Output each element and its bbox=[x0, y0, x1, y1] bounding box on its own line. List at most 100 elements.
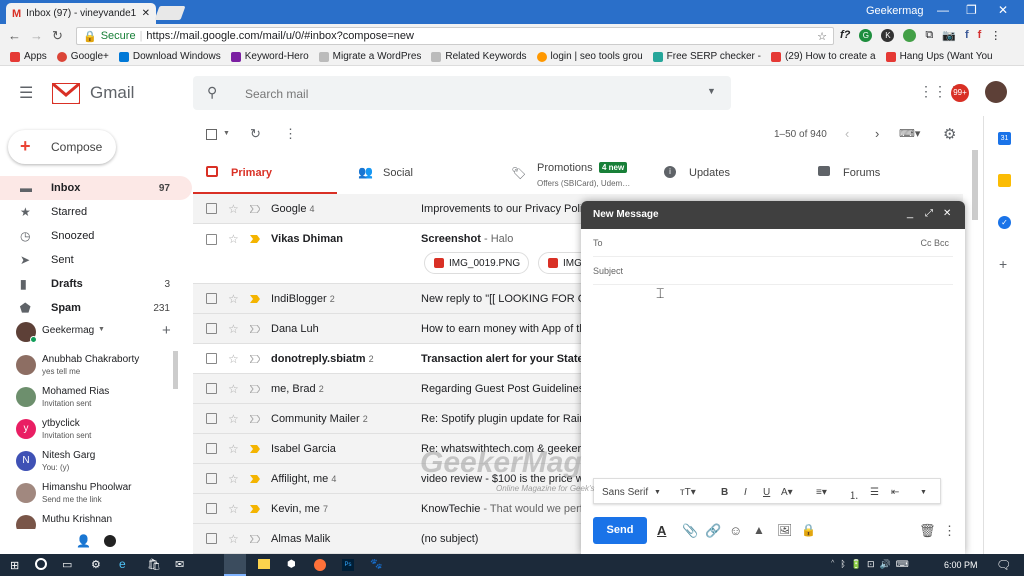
extension-f-icon[interactable]: f bbox=[978, 29, 982, 42]
settings-gear-icon[interactable]: ⚙ bbox=[943, 125, 956, 143]
contact-item[interactable]: y ytbyclick Invitation sent bbox=[16, 417, 186, 449]
cc-bcc-link[interactable]: Cc Bcc bbox=[920, 238, 949, 248]
row-checkbox[interactable] bbox=[206, 473, 217, 484]
row-checkbox[interactable] bbox=[206, 203, 217, 214]
windows-start-icon[interactable]: ⊞ bbox=[10, 559, 19, 572]
attach-file-icon[interactable]: 📎 bbox=[682, 523, 698, 539]
browser-tab[interactable]: M Inbox (97) - vineyvande1… ✕ bbox=[6, 3, 156, 24]
formatting-options-icon[interactable]: A bbox=[657, 523, 666, 538]
row-checkbox[interactable] bbox=[206, 413, 217, 424]
importance-marker-icon[interactable] bbox=[250, 235, 260, 243]
extension-box-icon[interactable] bbox=[903, 29, 917, 42]
more-actions-icon[interactable]: ⋮ bbox=[284, 126, 297, 142]
contact-item[interactable]: Anubhab Chakraborty yes tell me bbox=[16, 353, 186, 385]
message-body[interactable] bbox=[593, 285, 953, 471]
tab-forums[interactable]: Forums bbox=[805, 151, 955, 195]
font-size-icon[interactable]: тT▾ bbox=[680, 487, 696, 498]
attachment-chip[interactable]: IMG_0019.PNG bbox=[424, 252, 529, 274]
contact-item[interactable]: Muthu Krishnan bbox=[16, 513, 186, 529]
drive-icon[interactable]: ▲ bbox=[753, 523, 765, 537]
tab-promotions[interactable]: 🏷 Promotions 4 new Offers (SBICard), Ude… bbox=[498, 151, 648, 195]
search-input[interactable]: Search mail bbox=[245, 87, 308, 101]
bookmark-download-windows[interactable]: Download Windows bbox=[118, 51, 221, 62]
window-close-icon[interactable]: ✕ bbox=[998, 3, 1008, 17]
tab-social[interactable]: 👥 Social bbox=[345, 151, 495, 195]
row-checkbox[interactable] bbox=[206, 234, 217, 245]
bookmark-serp-checker[interactable]: Free SERP checker - bbox=[652, 51, 761, 62]
next-page-icon[interactable]: › bbox=[875, 126, 879, 141]
sidebar-item-spam[interactable]: ⬟ Spam 231 bbox=[0, 296, 192, 320]
mail-app-icon[interactable]: ✉ bbox=[175, 558, 184, 571]
close-icon[interactable]: ✕ bbox=[943, 208, 951, 219]
notifications-badge[interactable]: 99+ bbox=[951, 84, 969, 102]
compose-button[interactable]: + Compose bbox=[8, 130, 116, 164]
tray-icons[interactable]: ⌃ᛒ🔋⊡🔊⌨ bbox=[830, 559, 914, 570]
sidebar-item-snoozed[interactable]: ◷ Snoozed bbox=[0, 224, 192, 248]
add-addon-icon[interactable]: + bbox=[999, 256, 1007, 272]
star-icon[interactable]: ☆ bbox=[228, 292, 239, 306]
url-box[interactable]: 🔒 Secure | https://mail.google.com/mail/… bbox=[76, 27, 834, 45]
profile-name[interactable]: Geekermag bbox=[866, 5, 923, 17]
sidebar-item-drafts[interactable]: ▮ Drafts 3 bbox=[0, 272, 192, 296]
select-all-checkbox[interactable] bbox=[206, 129, 217, 140]
sidebar-item-starred[interactable]: ★ Starred bbox=[0, 200, 192, 224]
row-checkbox[interactable] bbox=[206, 533, 217, 544]
extension-camera-icon[interactable]: 📷 bbox=[942, 29, 956, 42]
contact-item[interactable]: N Nitesh Garg You: (y) bbox=[16, 449, 186, 481]
extension-fx-icon[interactable]: f? bbox=[840, 29, 850, 42]
row-checkbox[interactable] bbox=[206, 503, 217, 514]
search-options-icon[interactable]: ▼ bbox=[707, 86, 716, 96]
send-button[interactable]: Send bbox=[593, 517, 647, 544]
to-field[interactable]: To Cc Bcc bbox=[593, 229, 953, 257]
extension-copy-icon[interactable]: ⧉ bbox=[925, 29, 933, 42]
contact-item[interactable]: Himanshu Phoolwar Send me the link bbox=[16, 481, 186, 513]
text-color-icon[interactable]: A▾ bbox=[781, 487, 793, 498]
search-box[interactable]: ⚲ Search mail ▼ bbox=[193, 76, 731, 110]
indent-icon[interactable]: ⇤ bbox=[891, 487, 899, 498]
reload-icon[interactable]: ↻ bbox=[52, 28, 63, 44]
search-icon[interactable]: ⚲ bbox=[207, 84, 217, 101]
bookmark-youtube-1[interactable]: (29) How to create a bbox=[770, 51, 876, 62]
numbered-list-icon[interactable]: ⒈ bbox=[849, 487, 859, 502]
confidential-mode-icon[interactable]: 🔒 bbox=[801, 523, 816, 537]
bookmark-google-plus[interactable]: Google+ bbox=[56, 51, 109, 62]
keyboard-icon[interactable]: ⌨▾ bbox=[899, 127, 920, 140]
new-conversation-icon[interactable]: + bbox=[162, 322, 171, 339]
sidebar-scrollbar[interactable] bbox=[173, 351, 178, 389]
bookmark-seo-tools[interactable]: login | seo tools grou bbox=[536, 51, 643, 62]
task-view-icon[interactable]: ▭ bbox=[62, 558, 72, 571]
sidebar-item-inbox[interactable]: ▬ Inbox 97 bbox=[0, 176, 192, 200]
notifications-icon[interactable]: 🗨 bbox=[996, 558, 1011, 572]
italic-icon[interactable]: I bbox=[744, 487, 747, 498]
bookmark-youtube-2[interactable]: Hang Ups (Want You bbox=[885, 51, 993, 62]
extension-g-icon[interactable]: G bbox=[859, 29, 873, 42]
extension-facebook-icon[interactable]: f bbox=[965, 29, 969, 42]
tab-updates[interactable]: i Updates bbox=[651, 151, 801, 195]
tab-close-icon[interactable]: ✕ bbox=[142, 8, 150, 19]
tab-primary[interactable]: Primary bbox=[193, 151, 337, 195]
emoji-icon[interactable]: ☺ bbox=[729, 523, 742, 538]
calendar-icon[interactable]: 31 bbox=[998, 132, 1011, 145]
importance-marker-icon[interactable] bbox=[250, 444, 260, 453]
font-dropdown-icon[interactable]: ▼ bbox=[654, 489, 661, 496]
keep-icon[interactable] bbox=[998, 174, 1011, 187]
back-icon[interactable]: ← bbox=[8, 28, 21, 43]
underline-icon[interactable]: U bbox=[763, 487, 770, 498]
photoshop-icon[interactable]: Ps bbox=[342, 559, 354, 571]
row-checkbox[interactable] bbox=[206, 293, 217, 304]
contacts-person-icon[interactable]: 👤 bbox=[76, 534, 91, 548]
prev-page-icon[interactable]: ‹ bbox=[845, 126, 849, 141]
star-icon[interactable]: ☆ bbox=[228, 202, 239, 216]
contact-item[interactable]: Mohamed Rias Invitation sent bbox=[16, 385, 186, 417]
bold-icon[interactable]: B bbox=[721, 487, 728, 498]
star-icon[interactable]: ☆ bbox=[228, 382, 239, 396]
star-icon[interactable]: ☆ bbox=[228, 232, 239, 246]
main-menu-icon[interactable]: ☰ bbox=[19, 83, 33, 103]
importance-marker-icon[interactable] bbox=[250, 384, 260, 393]
file-explorer-icon[interactable] bbox=[258, 559, 270, 569]
user-dropdown-icon[interactable]: ▼ bbox=[98, 326, 105, 333]
discard-draft-icon[interactable]: 🗑 bbox=[919, 523, 936, 539]
star-icon[interactable]: ☆ bbox=[228, 442, 239, 456]
importance-marker-icon[interactable] bbox=[250, 534, 260, 543]
bookmark-related-keywords[interactable]: Related Keywords bbox=[431, 51, 527, 62]
